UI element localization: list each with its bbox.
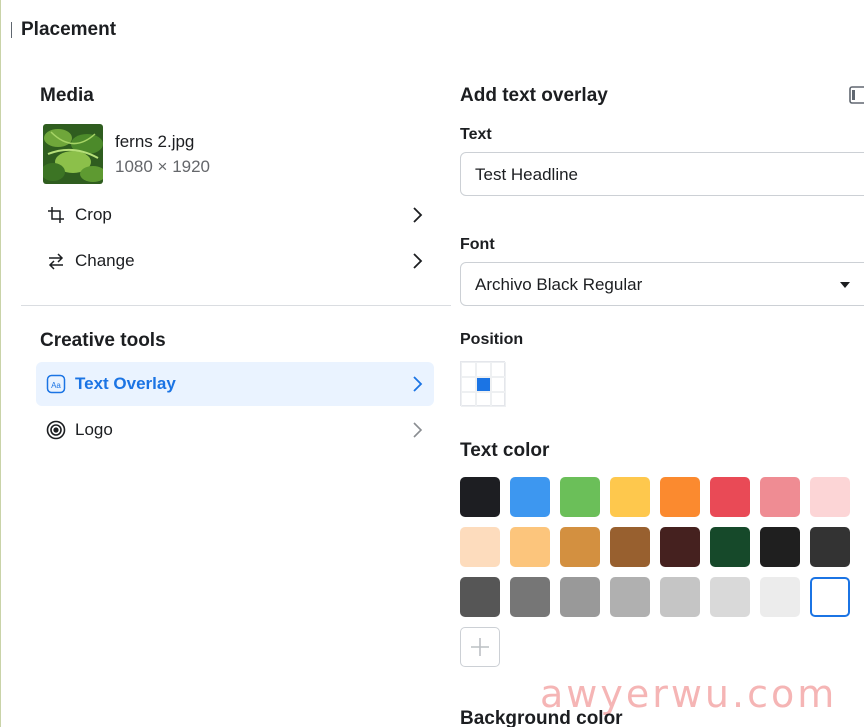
- creative-tools-title: Creative tools: [40, 330, 166, 351]
- position-cell[interactable]: [491, 362, 506, 377]
- color-swatch[interactable]: [610, 527, 650, 567]
- font-select-value: Archivo Black Regular: [475, 275, 643, 294]
- color-swatch[interactable]: [510, 527, 550, 567]
- overlay-panel-title: Add text overlay: [460, 85, 608, 106]
- crop-icon: [46, 205, 66, 225]
- color-swatch[interactable]: [660, 477, 700, 517]
- media-title: Media: [40, 85, 94, 106]
- text-overlay-label: Text Overlay: [75, 374, 176, 393]
- headline-text-input[interactable]: Test Headline: [460, 152, 864, 196]
- text-overlay-icon: Aa: [46, 374, 66, 394]
- crop-row[interactable]: Crop: [36, 193, 434, 237]
- swap-icon: [46, 251, 66, 271]
- color-swatch[interactable]: [610, 577, 650, 617]
- color-swatch[interactable]: [560, 527, 600, 567]
- page-title: Placement: [21, 19, 117, 40]
- color-swatch[interactable]: [760, 477, 800, 517]
- svg-text:Aa: Aa: [51, 381, 61, 390]
- color-swatch[interactable]: [810, 577, 850, 617]
- position-cell[interactable]: [491, 392, 506, 407]
- headline-text-value: Test Headline: [475, 165, 579, 184]
- position-cell[interactable]: [461, 377, 476, 392]
- color-swatch[interactable]: [460, 527, 500, 567]
- color-swatch[interactable]: [510, 477, 550, 517]
- color-swatch[interactable]: [810, 527, 850, 567]
- dropdown-caret-icon: [840, 282, 850, 288]
- logo-icon: [46, 420, 66, 440]
- media-thumbnail: [43, 124, 103, 184]
- color-swatch[interactable]: [560, 577, 600, 617]
- color-swatch[interactable]: [560, 477, 600, 517]
- background-color-title: Background color: [460, 708, 623, 727]
- change-label: Change: [75, 251, 135, 270]
- color-swatch[interactable]: [710, 577, 750, 617]
- logo-label: Logo: [75, 420, 113, 439]
- color-swatch[interactable]: [710, 527, 750, 567]
- text-field-label: Text: [460, 126, 492, 143]
- add-color-button[interactable]: [460, 627, 500, 667]
- color-swatch[interactable]: [460, 577, 500, 617]
- preview-icon[interactable]: [849, 86, 864, 104]
- header-marker: [11, 22, 12, 38]
- position-cell[interactable]: [476, 362, 491, 377]
- text-overlay-row[interactable]: Aa Text Overlay: [36, 362, 434, 406]
- plus-icon: [471, 638, 489, 656]
- crop-label: Crop: [75, 205, 112, 224]
- chevron-right-icon: [410, 375, 424, 393]
- color-swatch[interactable]: [760, 527, 800, 567]
- font-select[interactable]: Archivo Black Regular: [460, 262, 864, 306]
- color-swatch[interactable]: [510, 577, 550, 617]
- position-cell[interactable]: [491, 377, 506, 392]
- position-cell[interactable]: [476, 377, 491, 392]
- color-swatch[interactable]: [660, 527, 700, 567]
- color-swatch[interactable]: [710, 477, 750, 517]
- color-swatch[interactable]: [460, 477, 500, 517]
- position-cell[interactable]: [461, 362, 476, 377]
- color-swatch[interactable]: [660, 577, 700, 617]
- color-swatch[interactable]: [610, 477, 650, 517]
- position-selected-marker: [477, 378, 490, 391]
- left-border: [0, 0, 1, 727]
- font-field-label: Font: [460, 236, 495, 253]
- position-cell[interactable]: [476, 392, 491, 407]
- section-divider: [21, 305, 451, 306]
- change-row[interactable]: Change: [36, 239, 434, 283]
- position-field-label: Position: [460, 331, 524, 348]
- color-swatch[interactable]: [760, 577, 800, 617]
- color-swatch[interactable]: [810, 477, 850, 517]
- chevron-right-icon: [410, 421, 424, 439]
- media-dimensions: 1080 × 1920: [115, 157, 211, 176]
- media-file-name: ferns 2.jpg: [115, 132, 195, 151]
- text-color-title: Text color: [460, 440, 550, 461]
- logo-row[interactable]: Logo: [36, 408, 434, 452]
- position-grid[interactable]: [460, 361, 506, 407]
- position-cell[interactable]: [461, 392, 476, 407]
- chevron-right-icon: [410, 206, 424, 224]
- chevron-right-icon: [410, 252, 424, 270]
